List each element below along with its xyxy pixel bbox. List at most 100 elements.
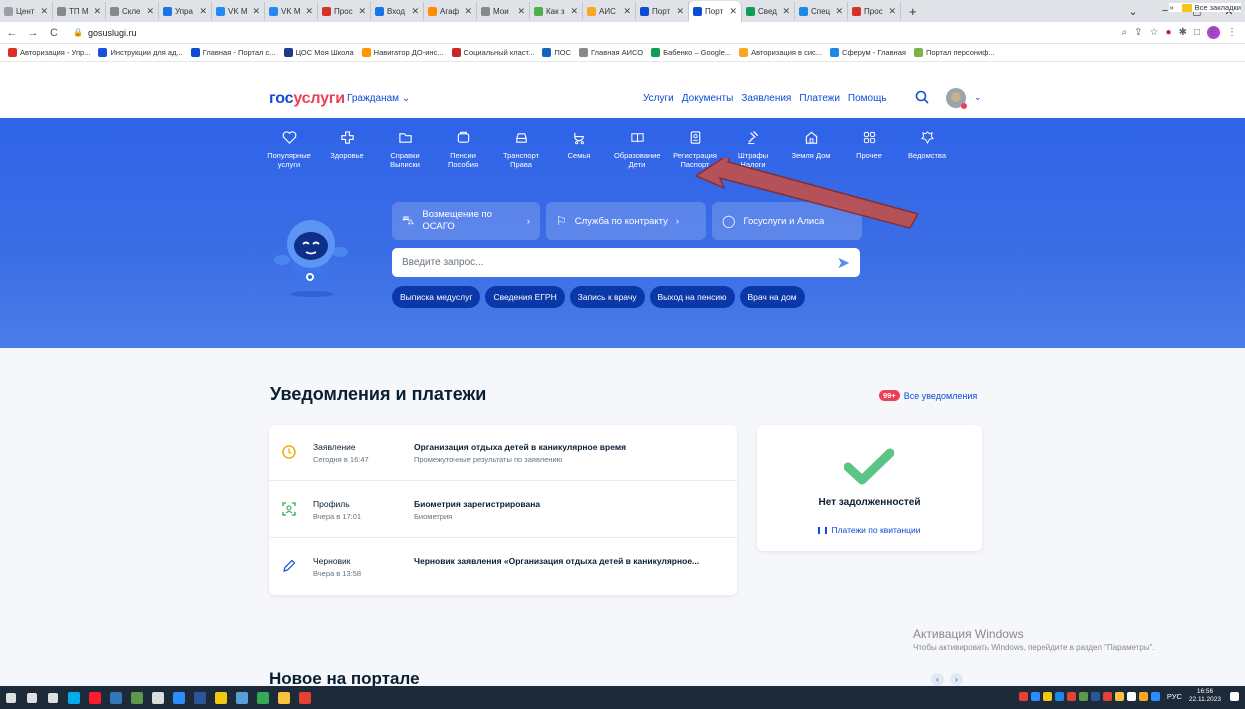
category-health[interactable]: Здоровье	[324, 130, 370, 169]
audience-selector[interactable]: Гражданам ⌄	[347, 93, 410, 104]
category-education[interactable]: Образование Дети	[614, 130, 661, 169]
extension-icon[interactable]: ●	[1166, 27, 1172, 38]
search-icon[interactable]	[915, 90, 929, 107]
close-tab-icon[interactable]: ✕	[464, 6, 472, 17]
browser-tab[interactable]: Упра ✕	[159, 2, 212, 20]
clock[interactable]: 16:56 22.11.2023	[1189, 688, 1221, 704]
close-tab-icon[interactable]: ✕	[93, 6, 101, 17]
browser-tab[interactable]: Мои ✕	[477, 2, 530, 20]
close-tab-icon[interactable]: ✕	[888, 6, 896, 17]
browser-tab[interactable]: Как з ✕	[530, 2, 583, 20]
close-tab-icon[interactable]: ✕	[358, 6, 366, 17]
nav-applications[interactable]: Заявления	[741, 93, 791, 104]
extensions-puzzle-icon[interactable]: ✱	[1179, 27, 1187, 38]
bookmark-item[interactable]: Сферум - Главная	[830, 48, 906, 57]
explorer-icon[interactable]	[273, 687, 294, 708]
receipt-payments-link[interactable]: Платежи по квитанции	[757, 525, 982, 535]
nav-help[interactable]: Помощь	[848, 93, 887, 104]
category-family[interactable]: Семья	[556, 130, 602, 169]
new-tab-button[interactable]: +	[901, 4, 925, 19]
close-tab-icon[interactable]: ✕	[570, 6, 578, 17]
gosuslugi-logo[interactable]: госуслуги	[269, 90, 345, 108]
tray-icon[interactable]	[1018, 691, 1028, 701]
nav-services[interactable]: Услуги	[643, 93, 674, 104]
chip-egrn[interactable]: Сведения ЕГРН	[485, 286, 565, 308]
bookmark-item[interactable]: Бабенко – Google...	[651, 48, 731, 57]
chip-medical-statement[interactable]: Выписка медуслуг	[392, 286, 481, 308]
promo-osago[interactable]: ⛍ Возмещение по ОСАГО ›	[392, 202, 540, 240]
close-tab-icon[interactable]: ✕	[199, 6, 207, 17]
nav-payments[interactable]: Платежи	[799, 93, 840, 104]
browser-tab[interactable]: Вход ✕	[371, 2, 424, 20]
notification-item[interactable]: Черновик Вчера в 13:58 Черновик заявлени…	[269, 539, 737, 595]
opera-icon[interactable]	[84, 687, 105, 708]
tray-icon[interactable]	[1102, 691, 1112, 701]
chrome-profile-icon[interactable]	[294, 687, 315, 708]
notification-item[interactable]: Профиль Вчера в 17:01 Биометрия зарегист…	[269, 482, 737, 538]
chevron-down-icon[interactable]: ⌄	[974, 92, 982, 103]
close-tab-icon[interactable]: ✕	[676, 6, 684, 17]
send-icon[interactable]: ➤	[837, 253, 850, 273]
browser-tab[interactable]: Свед ✕	[742, 2, 795, 20]
bookmarks-more-button[interactable]: »	[1169, 3, 1173, 12]
browser-tab[interactable]: Скле ✕	[106, 2, 159, 20]
search-input[interactable]	[402, 257, 837, 268]
bookmark-item[interactable]: Авторизация - Упр...	[8, 48, 90, 57]
bookmark-item[interactable]: Авторизация в сис...	[739, 48, 822, 57]
tray-icon[interactable]	[1090, 691, 1100, 701]
tray-icon[interactable]	[1114, 691, 1124, 701]
tray-icon[interactable]	[1078, 691, 1088, 701]
chevron-right-icon[interactable]: ›	[950, 673, 963, 686]
word-icon[interactable]	[189, 687, 210, 708]
category-popular[interactable]: Популярные услуги	[266, 130, 312, 169]
close-tab-icon[interactable]: ✕	[40, 6, 48, 17]
tray-icon[interactable]	[1150, 691, 1160, 701]
browser-tab[interactable]: VK М ✕	[265, 2, 318, 20]
bookmark-item[interactable]: Инструкции для ад...	[98, 48, 183, 57]
back-icon[interactable]: ←	[3, 27, 21, 39]
language-indicator[interactable]: РУС	[1167, 692, 1182, 701]
browser-tab[interactable]: ТП М ✕	[53, 2, 106, 20]
browser-tab[interactable]: АИС ✕	[583, 2, 636, 20]
tray-icon[interactable]	[1030, 691, 1040, 701]
bookmark-item[interactable]: ПОС	[542, 48, 571, 57]
bookmark-item[interactable]: Главная АИСО	[579, 48, 643, 57]
chevron-left-icon[interactable]: ‹	[931, 673, 944, 686]
lock-icon[interactable]: 🔒	[73, 28, 83, 37]
bookmark-item[interactable]: ЦОС Моя Школа	[283, 48, 354, 57]
tray-icon[interactable]	[1138, 691, 1148, 701]
search-icon[interactable]	[21, 687, 42, 708]
reload-icon[interactable]: C	[45, 27, 63, 39]
close-tab-icon[interactable]: ✕	[305, 6, 313, 17]
zoom-icon[interactable]	[168, 687, 189, 708]
url-field[interactable]: 🔒 gosuslugi.ru	[73, 28, 137, 38]
bookmark-star-icon[interactable]: ☆	[1150, 27, 1159, 38]
close-tab-icon[interactable]: ✕	[517, 6, 525, 17]
image-app-icon[interactable]	[210, 687, 231, 708]
edge-icon[interactable]	[105, 687, 126, 708]
browser-tab[interactable]: Спец ✕	[795, 2, 848, 20]
profile-avatar[interactable]: E	[1207, 26, 1220, 39]
tray-icon[interactable]	[1042, 691, 1052, 701]
browser-tab[interactable]: Прос ✕	[318, 2, 371, 20]
tray-icon[interactable]	[1126, 691, 1136, 701]
close-tab-icon[interactable]: ✕	[835, 6, 843, 17]
category-transport[interactable]: Транспорт Права	[498, 130, 544, 169]
app2-icon[interactable]	[231, 687, 252, 708]
close-tab-icon[interactable]: ✕	[411, 6, 419, 17]
all-notifications-link[interactable]: 99+ Все уведомления	[879, 390, 977, 401]
chip-doctor-home[interactable]: Врач на дом	[739, 286, 805, 308]
category-pensions[interactable]: Пенсии Пособия	[440, 130, 486, 169]
bookmark-item[interactable]: Портал персониф...	[913, 48, 995, 57]
close-tab-icon[interactable]: ✕	[146, 6, 154, 17]
chip-doctor-appointment[interactable]: Запись к врачу	[569, 286, 645, 308]
category-certificates[interactable]: Справки Выписки	[382, 130, 428, 169]
browser-menu-icon[interactable]: ⋮	[1227, 27, 1237, 38]
zoom-icon[interactable]: ⌕	[1122, 27, 1128, 38]
browser-tab[interactable]: Порт ✕	[636, 2, 689, 20]
app-icon[interactable]	[126, 687, 147, 708]
browser-tab[interactable]: Агаф ✕	[424, 2, 477, 20]
tab-search-icon[interactable]: ⌄	[1117, 5, 1149, 18]
chip-retirement[interactable]: Выход на пенсию	[649, 286, 735, 308]
windows-start-icon[interactable]	[0, 687, 21, 708]
